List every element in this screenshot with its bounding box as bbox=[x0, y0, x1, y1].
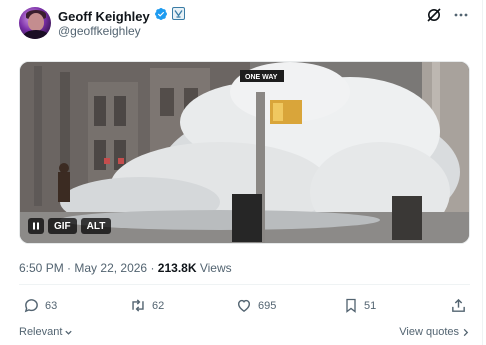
share-icon bbox=[452, 298, 465, 312]
tweet-date[interactable]: May 22, 2026 bbox=[74, 261, 147, 275]
view-quotes-label: View quotes bbox=[399, 326, 459, 338]
meta-separator: · bbox=[67, 261, 72, 275]
author-display-name[interactable]: Geoff Keighley bbox=[58, 9, 150, 24]
tweet-media-gif[interactable]: ONE WAY GIF ALT bbox=[19, 61, 470, 244]
repost-count: 62 bbox=[152, 299, 165, 312]
affiliate-badge-icon[interactable] bbox=[171, 7, 185, 25]
repost-icon bbox=[132, 299, 144, 312]
like-button[interactable]: 695 bbox=[235, 297, 276, 314]
heart-icon bbox=[237, 299, 251, 312]
gif-badge: GIF bbox=[48, 218, 77, 234]
avatar-face bbox=[28, 13, 44, 31]
reply-icon bbox=[24, 299, 38, 313]
view-quotes-link[interactable]: View quotes bbox=[399, 326, 469, 338]
reply-button[interactable]: 63 bbox=[23, 297, 57, 314]
meta-separator: · bbox=[150, 261, 155, 275]
repost-button[interactable]: 62 bbox=[129, 297, 164, 314]
gif-frame-image: ONE WAY bbox=[20, 62, 469, 243]
views-label: Views bbox=[199, 261, 232, 275]
reply-count: 63 bbox=[45, 299, 58, 312]
chevron-right-icon bbox=[463, 328, 469, 336]
meta-divider bbox=[19, 284, 470, 285]
avatar-body bbox=[23, 30, 49, 39]
media-controls: GIF ALT bbox=[28, 218, 112, 234]
pause-icon bbox=[33, 222, 39, 230]
reply-sort-label: Relevant bbox=[19, 326, 63, 338]
views-count[interactable]: 213.8K bbox=[158, 261, 197, 275]
tweet-meta: 6:50 PM · May 22, 2026 · 213.8K Views bbox=[19, 261, 232, 275]
reply-sort-dropdown[interactable]: Relevant bbox=[19, 326, 73, 338]
author-name-row: Geoff Keighley bbox=[58, 7, 185, 26]
street-sign-text: ONE WAY bbox=[245, 74, 278, 81]
bookmark-count: 51 bbox=[364, 299, 377, 312]
share-button[interactable] bbox=[450, 297, 467, 314]
tweet-time[interactable]: 6:50 PM bbox=[19, 261, 64, 275]
alt-text-button[interactable]: ALT bbox=[80, 218, 112, 234]
more-icon[interactable] bbox=[454, 8, 468, 27]
chevron-down-icon bbox=[65, 330, 73, 335]
bookmark-button[interactable]: 51 bbox=[343, 297, 376, 314]
header-actions bbox=[426, 7, 468, 28]
verified-badge-icon[interactable] bbox=[154, 7, 168, 26]
grok-icon[interactable] bbox=[426, 7, 442, 28]
bookmark-icon bbox=[346, 298, 356, 313]
column-divider bbox=[482, 0, 483, 345]
avatar[interactable] bbox=[19, 7, 51, 39]
pause-button[interactable] bbox=[28, 218, 44, 234]
like-count: 695 bbox=[258, 299, 277, 312]
author-handle[interactable]: @geoffkeighley bbox=[58, 24, 141, 38]
tweet-actions-bar: 63 62 695 51 bbox=[19, 297, 470, 317]
